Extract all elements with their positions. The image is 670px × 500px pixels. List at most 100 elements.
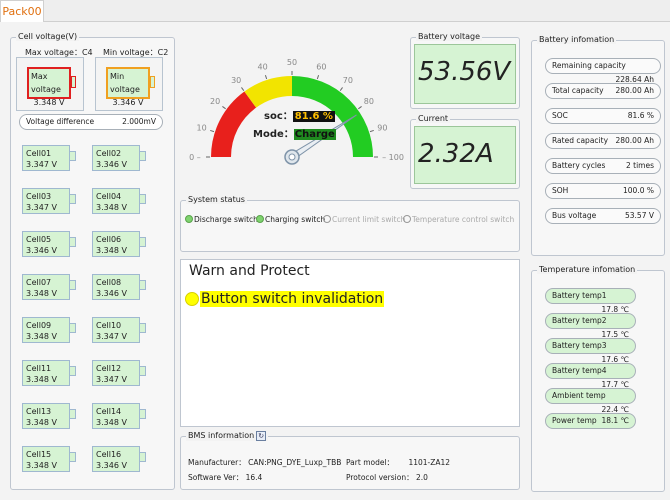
- cell-value: 3.346 V: [96, 160, 127, 169]
- charging-switch-label: Charging switch: [265, 215, 326, 224]
- cell-nub: [70, 194, 76, 204]
- min-voltage-box-value: 3.346 V: [112, 98, 144, 107]
- current-limit-switch-label: Current limit switch: [332, 215, 406, 224]
- cell-name: Cell02: [96, 149, 122, 158]
- temperature-control-switch[interactable]: Temperature control switch: [403, 215, 514, 224]
- battery-info-item: Rated capacity 280.00 Ah: [545, 133, 661, 149]
- max-voltage-box: Max voltage 3.348 V: [27, 67, 71, 107]
- battery-info-label: Remaining capacity: [552, 61, 626, 70]
- temperature-value: 18.1 ℃: [601, 416, 629, 425]
- warn-indicator: [185, 292, 199, 306]
- soc-value: 81.6 %: [292, 111, 335, 122]
- temperature-label: Battery temp3: [552, 341, 607, 350]
- cell-value: 3.348 V: [96, 246, 127, 255]
- gauge-tick-label: 10: [197, 124, 207, 133]
- charging-switch[interactable]: Charging switch: [256, 215, 325, 224]
- temperature-info-title: Temperature infomation: [537, 265, 638, 274]
- min-voltage-nub: [150, 76, 155, 88]
- temperature-control-switch-label: Temperature control switch: [412, 215, 515, 224]
- max-voltage-nub: [71, 76, 76, 88]
- battery-info-label: SOC: [552, 111, 568, 120]
- manufacturer-row: Manufacturer： CAN:PNG_DYE_Luxp_TBB: [188, 457, 341, 468]
- gauge-tick: [241, 87, 245, 91]
- software-value: 16.4: [245, 473, 263, 482]
- cell-value: 3.348 V: [96, 418, 127, 427]
- current-limit-switch[interactable]: Current limit switch: [323, 215, 405, 224]
- cell-name: Cell01: [26, 149, 52, 158]
- cell-nub: [140, 409, 146, 419]
- cell-nub: [70, 323, 76, 333]
- part-model-value: 1101-ZA12: [408, 458, 451, 467]
- gauge-tick-label: – 100: [382, 153, 404, 162]
- cell-name: Cell13: [26, 407, 52, 416]
- bms-info-title-text: BMS information: [188, 431, 255, 440]
- battery-info-label: SOH: [552, 186, 569, 195]
- cell-box: Cell08 3.346 V: [92, 274, 140, 300]
- battery-info-value: 81.6 %: [627, 111, 654, 120]
- cell-nub: [140, 194, 146, 204]
- cell-value: 3.348 V: [26, 461, 57, 470]
- gauge-tick-label: 40: [258, 63, 268, 72]
- gauge-tick: [369, 129, 374, 133]
- cell-name: Cell12: [96, 364, 122, 373]
- battery-info-label: Total capacity: [552, 86, 604, 95]
- cell-name: Cell11: [26, 364, 52, 373]
- software-label: Software Ver：: [188, 473, 244, 482]
- cell-nub: [70, 151, 76, 161]
- gauge-tick-label: 20: [210, 97, 220, 106]
- gauge-tick-label: 50: [287, 58, 297, 67]
- discharge-switch[interactable]: Discharge switch: [185, 215, 258, 224]
- cell-nub: [70, 452, 76, 462]
- gauge-tick: [222, 106, 226, 110]
- cell-value: 3.346 V: [96, 289, 127, 298]
- current-display: 2.32A: [414, 126, 516, 184]
- system-status-panel: System status: [180, 195, 520, 252]
- temperature-item: Ambient temp 22.4 ℃: [545, 388, 636, 414]
- cell-box: Cell13 3.348 V: [22, 403, 70, 429]
- min-voltage-box-label: Min voltage: [110, 72, 140, 94]
- cell-box: Cell04 3.348 V: [92, 188, 140, 214]
- tab-pack00[interactable]: Pack00: [0, 0, 44, 22]
- voltage-difference-value: 2.000mV: [122, 117, 156, 126]
- charging-switch-indicator: [256, 215, 264, 223]
- gauge-tick-label: 90: [377, 124, 387, 133]
- min-voltage-box: Min voltage 3.346 V: [106, 67, 150, 107]
- cell-box: Cell02 3.346 V: [92, 145, 140, 171]
- gauge-tick: [316, 75, 320, 80]
- cell-nub: [140, 151, 146, 161]
- protocol-row: Protocol version： 2.0: [346, 472, 428, 483]
- current-limit-switch-indicator: [323, 215, 331, 223]
- cell-nub: [140, 323, 146, 333]
- cell-nub: [140, 237, 146, 247]
- gauge-tick: [358, 106, 362, 110]
- cell-value: 3.348 V: [26, 332, 57, 341]
- cell-box: Cell12 3.347 V: [92, 360, 140, 386]
- cell-box: Cell03 3.347 V: [22, 188, 70, 214]
- battery-info-value: 100.0 %: [623, 186, 654, 195]
- cell-nub: [140, 452, 146, 462]
- gauge-arc-yellow: [244, 76, 293, 108]
- gauge-tick: [339, 87, 343, 91]
- gauge-tick-label: 80: [364, 97, 374, 106]
- battery-info-value: 280.00 Ah: [615, 136, 654, 145]
- protocol-label: Protocol version：: [346, 473, 414, 482]
- cell-box: Cell10 3.347 V: [92, 317, 140, 343]
- battery-info-item: Remaining capacity 228.64 Ah: [545, 58, 661, 84]
- cell-value: 3.347 V: [96, 375, 127, 384]
- system-status-title: System status: [186, 195, 247, 204]
- mode-label: Mode：: [253, 129, 294, 140]
- voltage-difference-pill: Voltage difference 2.000mV: [19, 114, 163, 130]
- temperature-control-switch-indicator: [403, 215, 411, 223]
- cell-box: Cell01 3.347 V: [22, 145, 70, 171]
- cell-voltage-title: Cell voltage(V): [16, 32, 80, 41]
- temperature-label: Battery temp4: [552, 366, 607, 375]
- manufacturer-label: Manufacturer：: [188, 458, 246, 467]
- cell-name: Cell09: [26, 321, 52, 330]
- battery-voltage-display: 53.56V: [414, 44, 516, 104]
- discharge-switch-label: Discharge switch: [194, 215, 258, 224]
- battery-info-label: Battery cycles: [552, 161, 606, 170]
- refresh-icon[interactable]: ↻: [256, 431, 267, 441]
- soc-label: soc：: [264, 111, 293, 122]
- protocol-value: 2.0: [415, 473, 428, 482]
- mode-value: Charge: [293, 129, 336, 140]
